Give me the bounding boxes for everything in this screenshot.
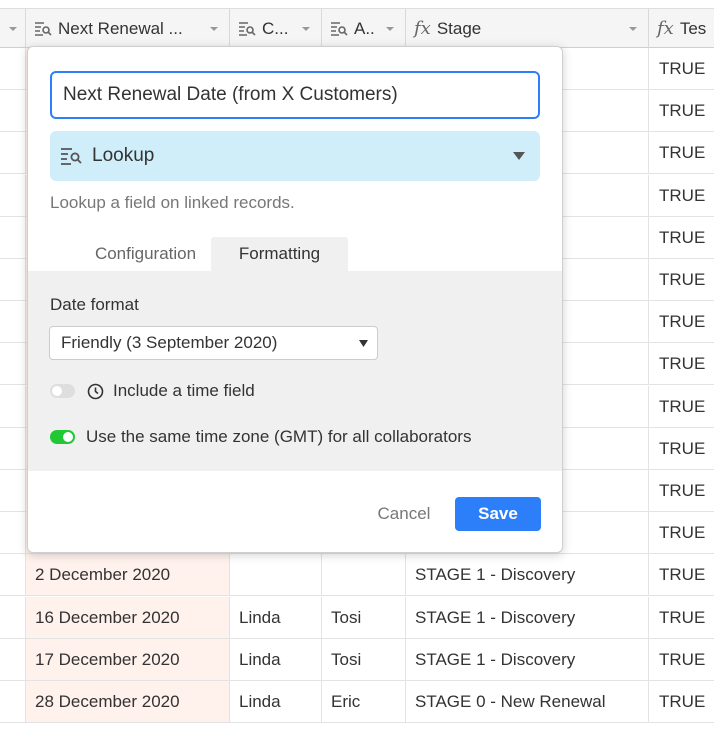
test-cell[interactable]: TRUE (649, 386, 714, 427)
renewal-date-cell[interactable]: 2 December 2020 (26, 554, 230, 596)
test-cell[interactable]: TRUE (649, 470, 714, 511)
column-header-label: A.. (354, 18, 375, 38)
test-cell[interactable]: TRUE (649, 512, 714, 553)
c-cell[interactable]: Linda (230, 681, 322, 722)
column-header-next-renewal[interactable]: Next Renewal ... (26, 9, 230, 48)
table-row[interactable]: 28 December 2020 Linda Eric STAGE 0 - New R… (0, 681, 714, 723)
test-cell[interactable]: TRUE (649, 343, 714, 384)
chevron-down-icon (386, 26, 394, 31)
chevron-down-icon (9, 26, 17, 31)
row-selector-cell[interactable] (0, 216, 26, 258)
chevron-down-icon (302, 26, 310, 31)
field-name-input[interactable] (50, 71, 540, 119)
chevron-down-icon (359, 339, 368, 347)
field-type-description: Lookup a field on linked records. (50, 193, 295, 212)
column-header-selector[interactable] (0, 9, 26, 48)
same-timezone-label: Use the same time zone (GMT) for all col… (86, 427, 472, 446)
row-selector-cell[interactable] (0, 259, 26, 300)
lookup-icon (331, 21, 348, 36)
column-header-label: C... (262, 18, 289, 38)
chevron-down-icon (210, 26, 218, 31)
same-timezone-toggle[interactable] (50, 430, 75, 444)
formula-icon: fx (414, 18, 431, 39)
column-header-label: Stage (436, 18, 482, 38)
test-cell[interactable]: TRUE (649, 554, 714, 595)
test-cell[interactable]: TRUE (649, 639, 714, 680)
lookup-icon (239, 21, 256, 36)
row-selector-cell[interactable] (0, 470, 26, 511)
row-selector-cell[interactable] (0, 427, 26, 469)
column-header-c[interactable]: C... (230, 9, 322, 48)
tab-formatting[interactable]: Formatting (211, 237, 348, 271)
row-selector-cell[interactable] (0, 301, 26, 343)
field-type-label: Lookup (92, 145, 155, 166)
chevron-down-icon (513, 152, 525, 160)
test-cell[interactable]: TRUE (649, 428, 714, 469)
lookup-icon (35, 21, 52, 36)
c-cell[interactable] (230, 554, 322, 596)
tab-configuration[interactable]: Configuration (58, 237, 233, 271)
c-cell[interactable]: Linda (230, 638, 322, 680)
table-row[interactable]: 16 December 2020 Linda Tosi STAGE 1 - Disco… (0, 596, 714, 639)
row-selector-cell[interactable] (0, 48, 26, 89)
row-selector-cell[interactable] (0, 343, 26, 385)
date-format-value: Friendly (3 September 2020) (61, 333, 278, 352)
column-header-test[interactable]: fx Tes (649, 9, 714, 48)
include-time-toggle[interactable] (50, 384, 75, 398)
include-time-option: Include a time field (50, 380, 255, 402)
formatting-panel: Date format Friendly (3 September 2020) … (28, 271, 562, 471)
column-header-a[interactable]: A.. (322, 9, 406, 48)
lookup-icon (61, 148, 82, 165)
row-selector-cell[interactable] (0, 132, 26, 174)
a-cell[interactable]: Tosi (322, 638, 406, 680)
test-cell[interactable]: TRUE (649, 597, 714, 638)
renewal-date-cell[interactable]: 17 December 2020 (26, 638, 230, 680)
row-selector-cell[interactable] (0, 174, 26, 216)
c-cell[interactable]: Linda (230, 596, 322, 638)
test-cell[interactable]: TRUE (649, 301, 714, 342)
a-cell[interactable]: Tosi (322, 596, 406, 638)
date-format-select[interactable]: Friendly (3 September 2020) (49, 326, 378, 360)
stage-cell[interactable]: STAGE 1 - Discovery (406, 596, 649, 638)
test-cell[interactable]: TRUE (649, 90, 714, 131)
row-selector-cell[interactable] (0, 385, 26, 427)
save-button[interactable]: Save (455, 497, 541, 531)
same-timezone-option: Use the same time zone (GMT) for all col… (50, 426, 471, 448)
test-cell[interactable]: TRUE (649, 132, 714, 173)
test-cell[interactable]: TRUE (649, 48, 714, 89)
row-selector-cell[interactable] (0, 681, 26, 722)
a-cell[interactable]: Eric (322, 681, 406, 722)
stage-cell[interactable]: STAGE 1 - Discovery (406, 554, 649, 596)
clock-icon (87, 383, 104, 399)
table-row[interactable]: 17 December 2020 Linda Tosi STAGE 1 - Disco… (0, 638, 714, 681)
include-time-label: Include a time field (113, 381, 255, 400)
date-format-label: Date format (50, 295, 139, 314)
row-selector-cell[interactable] (0, 638, 26, 680)
table-row[interactable]: 2 December 2020 STAGE 1 - Discovery TRUE (0, 554, 714, 597)
cancel-button[interactable]: Cancel (364, 497, 444, 531)
field-config-popup: Lookup Lookup a field on linked records.… (27, 46, 563, 553)
test-cell[interactable]: TRUE (649, 681, 714, 722)
row-selector-cell[interactable] (0, 596, 26, 638)
column-header-label: Tes (679, 18, 707, 38)
chevron-down-icon (629, 26, 637, 31)
stage-cell[interactable]: STAGE 1 - Discovery (406, 638, 649, 680)
column-header-label: Next Renewal ... (58, 18, 183, 38)
stage-cell[interactable]: STAGE 0 - New Renewal (406, 681, 649, 722)
test-cell[interactable]: TRUE (649, 217, 714, 258)
column-header-stage[interactable]: fx Stage (406, 9, 649, 48)
field-type-select[interactable]: Lookup (50, 131, 540, 181)
renewal-date-cell[interactable]: 16 December 2020 (26, 596, 230, 638)
a-cell[interactable] (322, 554, 406, 596)
row-selector-cell[interactable] (0, 90, 26, 132)
row-selector-cell[interactable] (0, 512, 26, 554)
test-cell[interactable]: TRUE (649, 259, 714, 300)
test-cell[interactable]: TRUE (649, 175, 714, 216)
renewal-date-cell[interactable]: 28 December 2020 (26, 681, 230, 722)
formula-icon: fx (657, 18, 674, 39)
grid-header: Next Renewal ... C... A.. fx Stage fx Te… (0, 8, 714, 48)
row-selector-cell[interactable] (0, 554, 26, 596)
